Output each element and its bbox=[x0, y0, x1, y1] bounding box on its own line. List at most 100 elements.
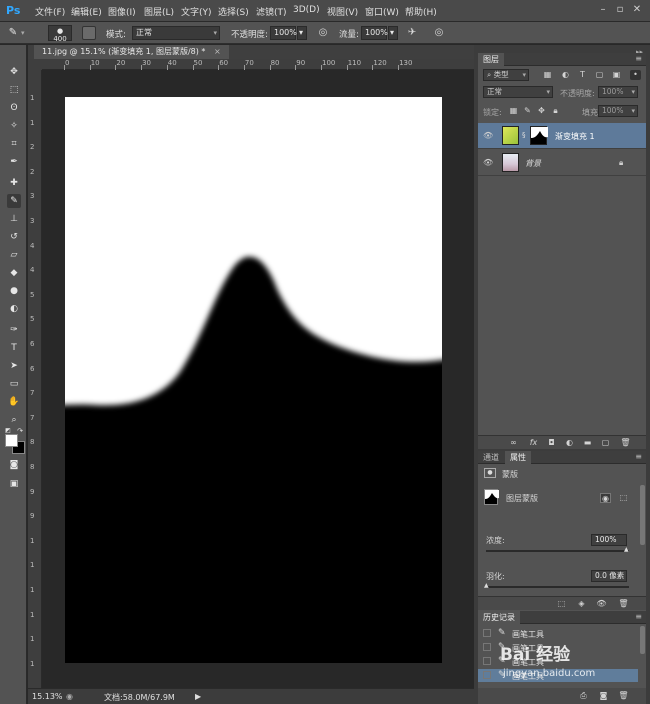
feather-slider-thumb[interactable]: ▲ bbox=[484, 582, 489, 589]
delete-layer-icon[interactable]: 🗑︎ bbox=[620, 438, 631, 448]
tab-layers[interactable]: 图层 bbox=[478, 53, 504, 66]
lock-position-icon[interactable]: ✥ bbox=[536, 106, 547, 116]
density-slider-thumb[interactable]: ▲ bbox=[624, 546, 629, 553]
menu-image[interactable]: 图像(I) bbox=[108, 5, 136, 18]
quick-mask-icon[interactable]: ◙ bbox=[7, 458, 21, 472]
layer-filter-kind[interactable]: ⌕ 类型 ▾ bbox=[483, 69, 529, 81]
filter-toggle-icon[interactable]: • bbox=[630, 70, 641, 80]
layer-thumbnail[interactable] bbox=[502, 126, 519, 145]
panel-menu-icon[interactable]: ≡ bbox=[635, 54, 642, 63]
feather-input[interactable]: 0.0 像素 bbox=[591, 570, 627, 582]
layer-row-gradient-fill[interactable]: 👁︎ § 渐变填充 1 bbox=[478, 123, 646, 149]
add-mask-icon[interactable]: ◘ bbox=[546, 438, 557, 448]
filter-smart-object-icon[interactable]: ▣ bbox=[611, 70, 622, 80]
menu-3d[interactable]: 3D(D) bbox=[293, 5, 320, 15]
document-canvas[interactable] bbox=[65, 97, 442, 663]
vector-mask-button[interactable]: ⬚ bbox=[618, 493, 629, 503]
pressure-opacity-icon[interactable]: ◎ bbox=[316, 26, 330, 40]
properties-scrollbar[interactable] bbox=[640, 485, 645, 545]
new-snapshot-icon[interactable]: ◙ bbox=[598, 691, 609, 701]
menu-filter[interactable]: 滤镜(T) bbox=[256, 5, 287, 18]
apply-mask-icon[interactable]: ◈ bbox=[576, 599, 587, 609]
visibility-eye-icon[interactable]: 👁︎ bbox=[483, 131, 493, 141]
minimize-icon[interactable]: – bbox=[596, 3, 610, 17]
path-selection-tool-icon[interactable]: ➤ bbox=[7, 359, 21, 373]
brush-tool-icon[interactable]: ✎ bbox=[6, 26, 20, 40]
layer-name[interactable]: 背景 bbox=[525, 158, 541, 169]
visibility-eye-icon[interactable]: 👁︎ bbox=[483, 158, 493, 168]
link-icon[interactable]: § bbox=[522, 131, 526, 139]
lasso-tool-icon[interactable]: ʘ bbox=[7, 101, 21, 115]
density-slider[interactable] bbox=[486, 550, 629, 552]
close-tab-icon[interactable]: × bbox=[214, 47, 221, 56]
link-layers-icon[interactable]: ∞ bbox=[508, 438, 519, 448]
opacity-dropdown[interactable]: ▾ bbox=[297, 26, 307, 40]
layer-opacity-input[interactable]: 100% ▾ bbox=[598, 86, 638, 98]
lock-all-icon[interactable]: 🔒︎ bbox=[550, 106, 561, 116]
dodge-tool-icon[interactable]: ◐ bbox=[7, 302, 21, 316]
mode-select[interactable]: 正常 ▾ bbox=[132, 26, 220, 40]
panel-menu-icon[interactable]: ≡ bbox=[635, 452, 642, 461]
document-tab[interactable]: 11.jpg @ 15.1% (渐变填充 1, 图层蒙版/8) * × bbox=[34, 45, 229, 59]
opacity-input[interactable]: 100% bbox=[270, 26, 297, 40]
new-layer-icon[interactable]: ▢ bbox=[600, 438, 611, 448]
brush-tool-icon[interactable]: ✎ bbox=[7, 194, 21, 208]
delete-state-icon[interactable]: 🗑︎ bbox=[618, 691, 629, 701]
hand-tool-icon[interactable]: ✋ bbox=[7, 395, 21, 409]
filter-type-icon[interactable]: T bbox=[577, 70, 588, 80]
lock-image-icon[interactable]: ✎ bbox=[522, 106, 533, 116]
menu-file[interactable]: 文件(F) bbox=[35, 5, 65, 18]
screen-mode-icon[interactable]: ▣ bbox=[7, 477, 21, 491]
density-input[interactable]: 100% bbox=[591, 534, 627, 546]
flow-dropdown[interactable]: ▾ bbox=[388, 26, 398, 40]
layer-mask-thumbnail[interactable] bbox=[530, 126, 548, 145]
pressure-size-icon[interactable]: ◎ bbox=[432, 26, 446, 40]
load-selection-icon[interactable]: ⬚ bbox=[556, 599, 567, 609]
restore-icon[interactable]: ▫ bbox=[613, 3, 627, 17]
blur-tool-icon[interactable]: ● bbox=[7, 284, 21, 298]
feather-slider[interactable] bbox=[486, 586, 629, 588]
history-scrollbar[interactable] bbox=[640, 626, 645, 654]
brush-panel-toggle-icon[interactable] bbox=[82, 26, 96, 40]
blend-mode-select[interactable]: 正常 ▾ bbox=[483, 86, 553, 98]
history-brush-tool-icon[interactable]: ↺ bbox=[7, 230, 21, 244]
layer-row-background[interactable]: 👁︎ 背景 🔒︎ bbox=[478, 150, 646, 176]
adjustment-layer-icon[interactable]: ◐ bbox=[564, 438, 575, 448]
history-snapshot-checkbox[interactable] bbox=[483, 643, 491, 651]
layer-style-icon[interactable]: fx bbox=[528, 438, 539, 448]
filter-shape-icon[interactable]: ▢ bbox=[594, 70, 605, 80]
healing-brush-tool-icon[interactable]: ✚ bbox=[7, 176, 21, 190]
toggle-mask-icon[interactable]: 👁︎ bbox=[596, 599, 607, 609]
crop-tool-icon[interactable]: ⌗ bbox=[7, 137, 21, 151]
tab-history[interactable]: 历史记录 bbox=[478, 611, 520, 624]
history-snapshot-checkbox[interactable] bbox=[483, 657, 491, 665]
close-icon[interactable]: ✕ bbox=[630, 3, 644, 17]
clone-stamp-tool-icon[interactable]: ⊥ bbox=[7, 212, 21, 226]
foreground-color-swatch[interactable] bbox=[5, 434, 18, 447]
move-tool-icon[interactable]: ✥ bbox=[7, 65, 21, 79]
menu-help[interactable]: 帮助(H) bbox=[405, 5, 437, 18]
pen-tool-icon[interactable]: ✑ bbox=[7, 323, 21, 337]
menu-layer[interactable]: 图层(L) bbox=[144, 5, 174, 18]
filter-pixel-icon[interactable]: ▦ bbox=[542, 70, 553, 80]
eraser-tool-icon[interactable]: ▱ bbox=[7, 248, 21, 262]
layer-thumbnail[interactable] bbox=[502, 153, 519, 172]
pixel-mask-button[interactable]: ◉ bbox=[600, 493, 611, 503]
delete-mask-icon[interactable]: 🗑︎ bbox=[618, 599, 629, 609]
history-snapshot-checkbox[interactable] bbox=[483, 629, 491, 637]
menu-type[interactable]: 文字(Y) bbox=[181, 5, 212, 18]
menu-select[interactable]: 选择(S) bbox=[218, 5, 249, 18]
panel-menu-icon[interactable]: ≡ bbox=[635, 612, 642, 621]
history-item[interactable]: ✎ 画笔工具 bbox=[478, 627, 638, 640]
rectangle-tool-icon[interactable]: ▭ bbox=[7, 377, 21, 391]
airbrush-icon[interactable]: ✈ bbox=[405, 26, 419, 40]
lock-transparent-icon[interactable]: ▦ bbox=[508, 106, 519, 116]
tab-properties[interactable]: 属性 bbox=[505, 451, 531, 464]
layer-name[interactable]: 渐变填充 1 bbox=[555, 131, 595, 142]
zoom-level[interactable]: 15.13% bbox=[32, 692, 63, 701]
paint-bucket-tool-icon[interactable]: ◆ bbox=[7, 266, 21, 280]
quick-select-tool-icon[interactable]: ✧ bbox=[7, 119, 21, 133]
history-snapshot-checkbox[interactable] bbox=[483, 671, 491, 679]
eyedropper-tool-icon[interactable]: ✒ bbox=[7, 155, 21, 169]
status-menu-arrow-icon[interactable]: ▶ bbox=[195, 692, 201, 701]
